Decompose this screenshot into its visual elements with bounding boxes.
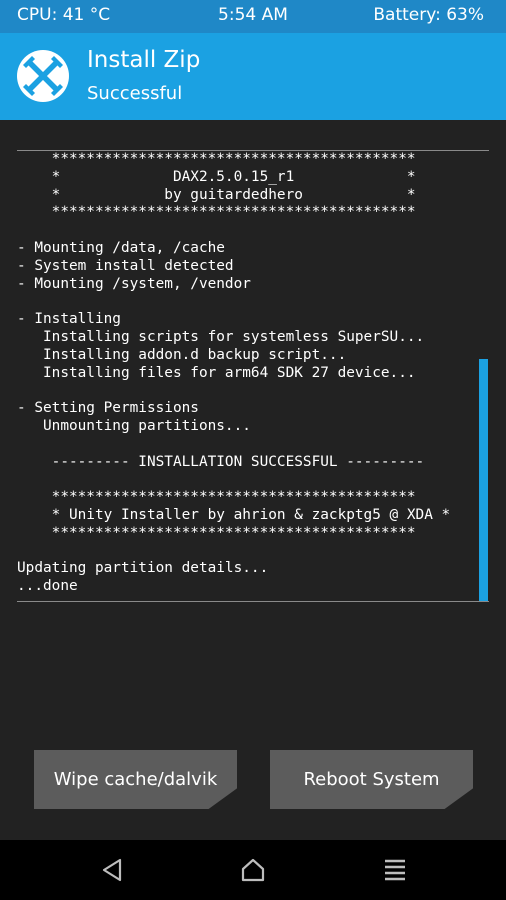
console-line: --------- INSTALLATION SUCCESSFUL ------…: [17, 453, 425, 470]
console-line: Installing scripts for systemless SuperS…: [17, 328, 425, 345]
console-line: - Mounting /data, /cache: [17, 239, 225, 256]
console-line: - System install detected: [17, 257, 234, 274]
console-line: - Mounting /system, /vendor: [17, 275, 251, 292]
console-line: Unmounting partitions...: [17, 417, 251, 434]
navigation-bar: [0, 840, 506, 900]
console-line: ...done: [17, 578, 78, 595]
page-title: Install Zip: [87, 47, 201, 73]
battery-level: Battery: 63%: [373, 5, 484, 25]
console-line: ****************************************…: [17, 524, 416, 541]
console-line: - Setting Permissions: [17, 400, 199, 417]
header: Install Zip Successful: [0, 33, 506, 120]
console-line: * DAX2.5.0.15_r1 *: [17, 168, 416, 185]
back-triangle-icon[interactable]: [100, 857, 126, 887]
console-log: ****************************************…: [17, 151, 450, 596]
console-line: Installing addon.d backup script...: [17, 346, 347, 363]
console-line: * Unity Installer by ahrion & zackptg5 @…: [17, 506, 451, 523]
page-subtitle: Successful: [87, 83, 183, 104]
console-line: Installing files for arm64 SDK 27 device…: [17, 364, 416, 381]
status-bar: CPU: 41 °C 5:54 AM Battery: 63%: [0, 0, 506, 33]
console-line: ****************************************…: [17, 204, 416, 221]
reboot-system-button[interactable]: Reboot System: [270, 750, 473, 809]
home-icon[interactable]: [240, 857, 266, 887]
wipe-cache-dalvik-button[interactable]: Wipe cache/dalvik: [34, 750, 237, 809]
console-line: ****************************************…: [17, 151, 416, 167]
console-line: * by guitardedhero *: [17, 186, 416, 203]
console-line: ****************************************…: [17, 489, 416, 506]
console-output[interactable]: ****************************************…: [17, 150, 489, 602]
console-line: - Installing: [17, 311, 121, 328]
reboot-button-label: Reboot System: [303, 769, 440, 790]
menu-lines-icon[interactable]: [382, 857, 408, 887]
wipe-button-label: Wipe cache/dalvik: [53, 769, 218, 790]
console-scrollbar[interactable]: [479, 359, 488, 601]
console-line: Updating partition details...: [17, 560, 269, 577]
twrp-logo-icon: [17, 50, 69, 102]
